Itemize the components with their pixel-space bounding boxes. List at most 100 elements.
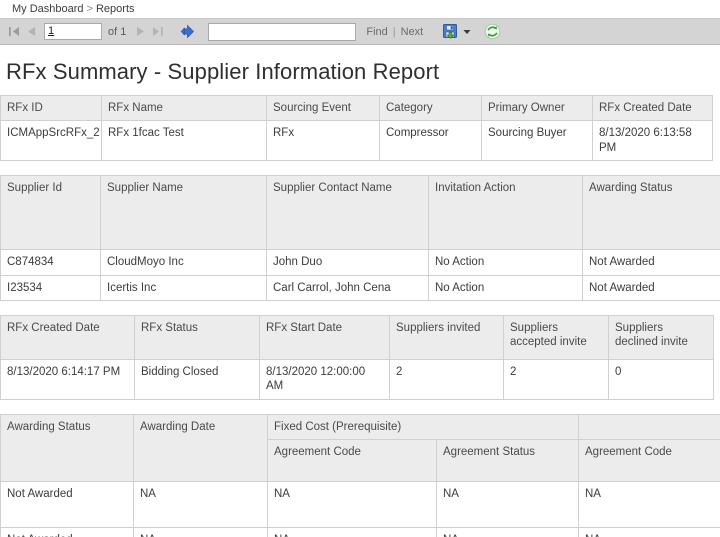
cell-rfx-created-date: 8/13/2020 6:14:17 PM [1, 359, 135, 399]
report-body: RFx Summary - Supplier Information Repor… [0, 45, 720, 537]
next-page-icon [135, 26, 146, 37]
first-page-icon [8, 26, 21, 37]
page-number-input[interactable]: 1 [44, 23, 102, 40]
cell-sourcing-event: RFx [267, 121, 380, 161]
cell-suppliers-accepted-invite: 2 [504, 359, 609, 399]
previous-page-button[interactable] [23, 23, 40, 41]
column-header-awarding-status: Awarding Status [1, 414, 134, 481]
column-header-suppliers-declined-invite: Suppliers declined invite [609, 315, 714, 359]
search-input[interactable] [208, 23, 356, 41]
cell-supplier-id: I23534 [1, 275, 101, 300]
cell-agreement-status: NA [437, 528, 579, 537]
cell-invitation-action: No Action [429, 275, 583, 300]
table-row: I23534 Icertis Inc Carl Carrol, John Cen… [1, 275, 720, 300]
column-header-category: Category [380, 96, 482, 121]
column-header-agreement-status: Agreement Status [437, 440, 579, 482]
breadcrumb-root[interactable]: My Dashboard [12, 3, 84, 15]
breadcrumb: My Dashboard>Reports [0, 0, 720, 18]
next-link[interactable]: Next [401, 26, 424, 38]
column-header-sourcing-event: Sourcing Event [267, 96, 380, 121]
cell-agreement-code-1: NA [268, 528, 437, 537]
cell-rfx-start-date: 8/13/2020 12:00:00 AM [260, 359, 390, 399]
cell-rfx-name: RFx 1fcac Test [102, 121, 267, 161]
back-to-parent-report-icon [180, 24, 195, 39]
table-row: 8/13/2020 6:14:17 PM Bidding Closed 8/13… [1, 359, 714, 399]
cell-category: Compressor [380, 121, 482, 161]
next-page-button[interactable] [132, 23, 149, 41]
save-export-icon [442, 23, 459, 40]
column-header-rfx-name: RFx Name [102, 96, 267, 121]
cell-invitation-action: No Action [429, 250, 583, 275]
column-header-agreement-code-1: Agreement Code [268, 440, 437, 482]
table-spacer-2 [0, 301, 720, 315]
cell-rfx-created-date: 8/13/2020 6:13:58 PM [593, 121, 713, 161]
table-spacer-1 [0, 161, 720, 175]
column-header-invitation-action: Invitation Action [429, 176, 583, 250]
column-header-blank [579, 414, 720, 439]
table-header-row: Supplier Id Supplier Name Supplier Conta… [1, 176, 720, 250]
cell-suppliers-declined-invite: 0 [609, 359, 714, 399]
column-header-primary-owner: Primary Owner [482, 96, 593, 121]
column-header-supplier-contact-name: Supplier Contact Name [267, 176, 429, 250]
export-button[interactable] [439, 22, 461, 42]
table-header-row: RFx Created Date RFx Status RFx Start Da… [1, 315, 714, 359]
report-toolbar: 1 of 1 Find | Next [0, 18, 720, 45]
table-header-row-top: Awarding Status Awarding Date Fixed Cost… [1, 414, 720, 439]
last-page-button[interactable] [149, 23, 166, 41]
cell-rfx-status: Bidding Closed [135, 359, 260, 399]
previous-page-icon [26, 26, 37, 37]
cell-awarding-status: Not Awarded [583, 275, 720, 300]
rfx-summary-table: RFx ID RFx Name Sourcing Event Category … [0, 95, 713, 161]
cell-supplier-name: CloudMoyo Inc [101, 250, 267, 275]
column-header-rfx-created-date: RFx Created Date [1, 315, 135, 359]
breadcrumb-separator: > [84, 3, 96, 15]
table-row: Not Awarded NA NA NA NA [1, 528, 720, 537]
page-total-label: of 1 [108, 26, 126, 38]
cell-agreement-code-2: NA [579, 528, 720, 537]
cell-awarding-status: Not Awarded [583, 250, 720, 275]
cell-awarding-status: Not Awarded [1, 482, 134, 528]
column-header-suppliers-accepted-invite: Suppliers accepted invite [504, 315, 609, 359]
column-header-awarding-status: Awarding Status [583, 176, 720, 250]
column-header-agreement-code-2: Agreement Code [579, 440, 720, 482]
refresh-button[interactable] [481, 22, 503, 42]
awarding-details-table: Awarding Status Awarding Date Fixed Cost… [0, 414, 720, 537]
page-title: RFx Summary - Supplier Information Repor… [0, 45, 720, 95]
cell-agreement-code-1: NA [268, 482, 437, 528]
supplier-information-table: Supplier Id Supplier Name Supplier Conta… [0, 175, 720, 301]
column-header-suppliers-invited: Suppliers invited [390, 315, 504, 359]
column-header-rfx-created-date: RFx Created Date [593, 96, 713, 121]
back-to-parent-report-button[interactable] [176, 24, 198, 39]
breadcrumb-current[interactable]: Reports [96, 3, 135, 15]
table-row: Not Awarded NA NA NA NA [1, 482, 720, 528]
cell-supplier-name: Icertis Inc [101, 275, 267, 300]
first-page-button[interactable] [6, 23, 23, 41]
cell-awarding-date: NA [134, 482, 268, 528]
refresh-icon [484, 23, 501, 40]
find-link[interactable]: Find [366, 26, 387, 38]
cell-suppliers-invited: 2 [390, 359, 504, 399]
toolbar-pipe: | [393, 26, 396, 38]
cell-supplier-id: C874834 [1, 250, 101, 275]
column-group-header-fixed-cost: Fixed Cost (Prerequisite) [268, 414, 579, 439]
rfx-status-table: RFx Created Date RFx Status RFx Start Da… [0, 315, 714, 400]
cell-supplier-contact-name: John Duo [267, 250, 429, 275]
chevron-down-icon [463, 29, 471, 35]
table-spacer-3 [0, 400, 720, 414]
cell-agreement-status: NA [437, 482, 579, 528]
column-header-rfx-status: RFx Status [135, 315, 260, 359]
export-dropdown-button[interactable] [462, 29, 471, 35]
table-row: ICMAppSrcRFx_2 RFx 1fcac Test RFx Compre… [1, 121, 713, 161]
column-header-rfx-id: RFx ID [1, 96, 102, 121]
column-header-awarding-date: Awarding Date [134, 414, 268, 481]
cell-awarding-date: NA [134, 528, 268, 537]
table-row: C874834 CloudMoyo Inc John Duo No Action… [1, 250, 720, 275]
page-number-value: 1 [48, 25, 54, 37]
cell-rfx-id: ICMAppSrcRFx_2 [1, 121, 102, 161]
column-header-rfx-start-date: RFx Start Date [260, 315, 390, 359]
cell-supplier-contact-name: Carl Carrol, John Cena [267, 275, 429, 300]
cell-awarding-status: Not Awarded [1, 528, 134, 537]
cell-primary-owner: Sourcing Buyer [482, 121, 593, 161]
cell-agreement-code-2: NA [579, 482, 720, 528]
column-header-supplier-id: Supplier Id [1, 176, 101, 250]
